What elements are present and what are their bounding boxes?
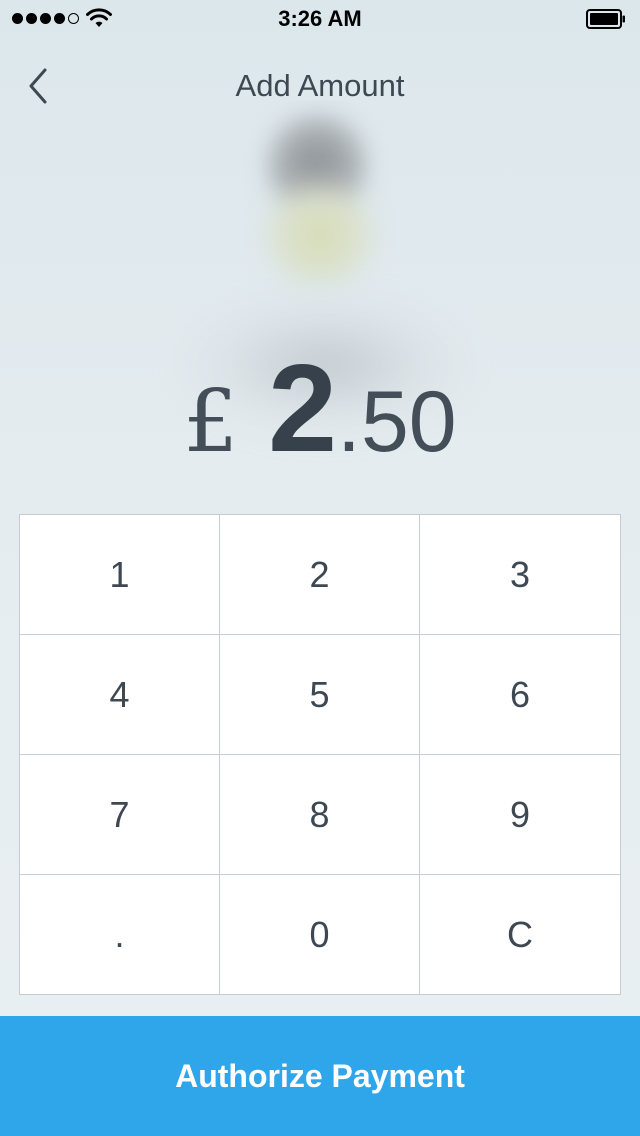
- amount-decimal-point: .: [337, 374, 361, 470]
- key-8[interactable]: 8: [220, 755, 420, 875]
- battery-icon: [586, 9, 625, 29]
- blurred-avatar-body: [255, 175, 385, 285]
- key-4[interactable]: 4: [20, 635, 220, 755]
- key-clear[interactable]: C: [420, 875, 620, 994]
- key-3[interactable]: 3: [420, 515, 620, 635]
- amount-fraction: 50: [360, 374, 457, 470]
- key-2[interactable]: 2: [220, 515, 420, 635]
- status-bar: 3:26 AM: [0, 0, 640, 40]
- authorize-payment-button[interactable]: Authorize Payment: [0, 1016, 640, 1136]
- currency-symbol: £: [183, 372, 239, 472]
- key-9[interactable]: 9: [420, 755, 620, 875]
- numeric-keypad: 1 2 3 4 5 6 7 8 9 . 0 C: [19, 514, 621, 995]
- amount-value: £ 2 . 50: [0, 338, 640, 480]
- status-time: 3:26 AM: [278, 6, 362, 31]
- key-decimal[interactable]: .: [20, 875, 220, 994]
- key-7[interactable]: 7: [20, 755, 220, 875]
- key-0[interactable]: 0: [220, 875, 420, 994]
- amount-whole: 2: [268, 340, 338, 478]
- amount-display-area: £ 2 . 50: [0, 100, 640, 480]
- key-5[interactable]: 5: [220, 635, 420, 755]
- key-1[interactable]: 1: [20, 515, 220, 635]
- page-title: Add Amount: [235, 68, 405, 103]
- key-6[interactable]: 6: [420, 635, 620, 755]
